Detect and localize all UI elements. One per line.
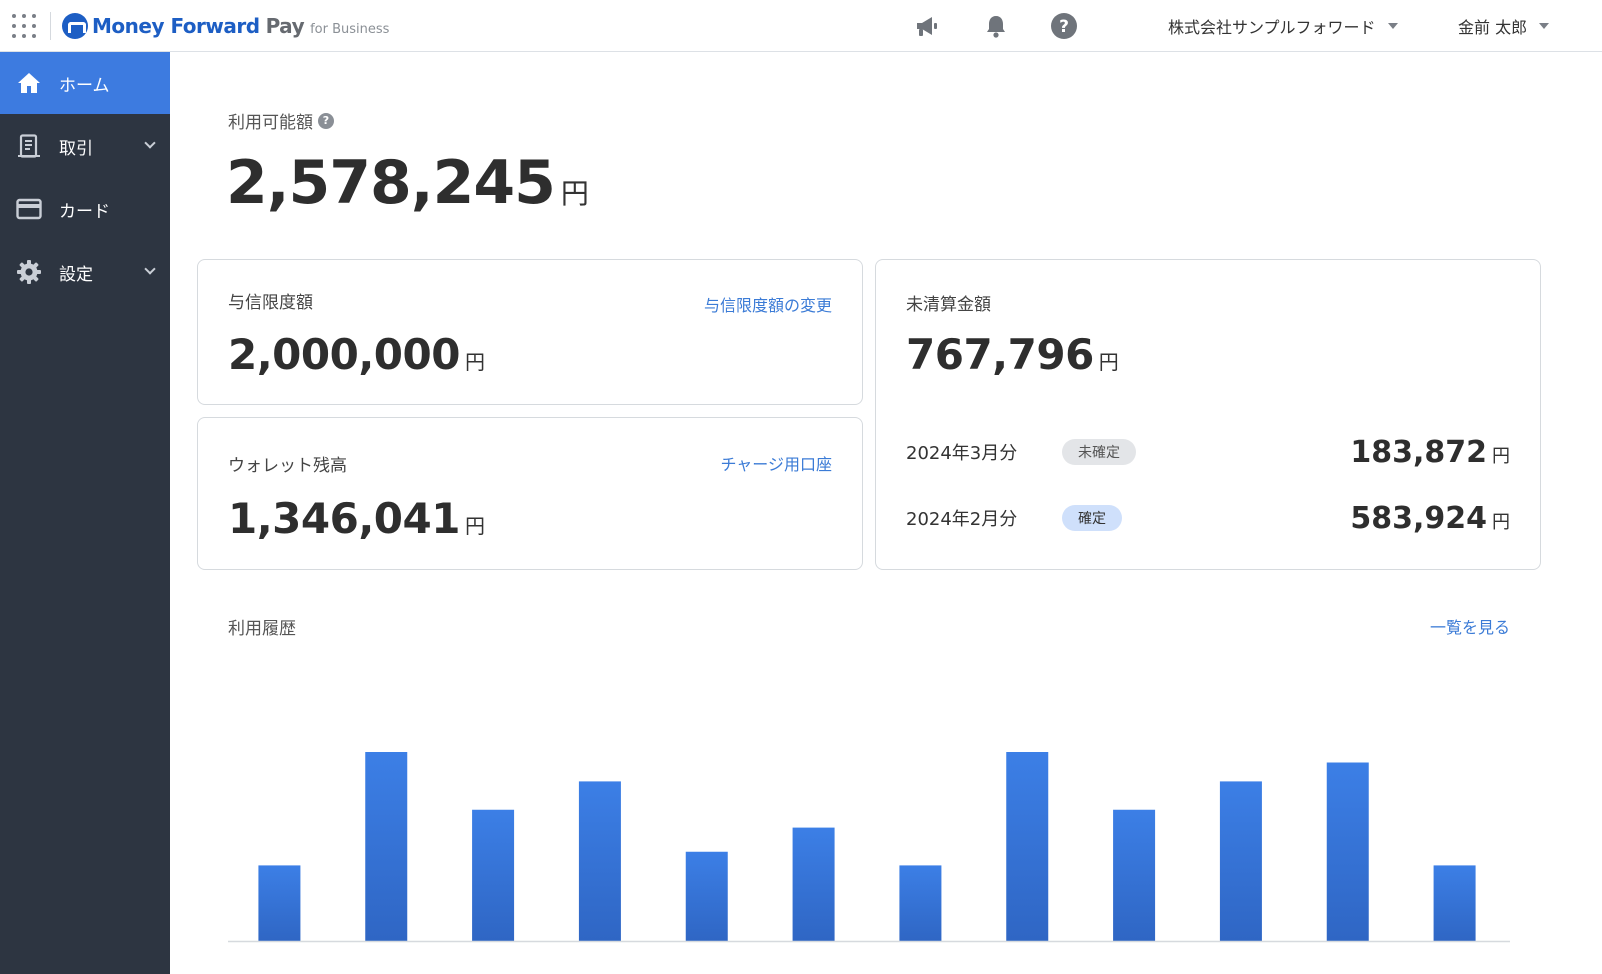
sidebar-item-transactions[interactable]: 取引: [0, 115, 170, 177]
credit-limit-title: 与信限度額: [228, 293, 313, 313]
gear-icon: [15, 258, 43, 286]
wallet-balance-amount-value: 1,346,041: [228, 494, 460, 543]
currency-unit: 円: [1492, 511, 1510, 533]
top-header: Money Forward Pay for Business ? 株式会社サンプ…: [0, 0, 1602, 52]
sidebar-item-label: 設定: [59, 264, 93, 285]
wallet-balance-card: ウォレット残高 チャージ用口座 1,346,041 円: [197, 417, 863, 570]
wallet-balance-amount: 1,346,041 円: [228, 494, 485, 543]
charge-account-link[interactable]: チャージ用口座: [720, 451, 832, 475]
chart-bar: [1113, 809, 1156, 941]
main-content: 利用可能額 ? 2,578,245 円 与信限度額 与信限度額の変更 2,000…: [170, 52, 1602, 974]
logo-brand-sub: for Business: [310, 21, 390, 37]
chart-bar: [1219, 781, 1262, 941]
help-icon[interactable]: ?: [1050, 12, 1078, 40]
sidebar-item-label: 取引: [59, 138, 93, 159]
unsettled-row: 2024年2月分 確定 583,924 円: [906, 498, 1510, 538]
unsettled-amount-card: 未清算金額 767,796 円 2024年3月分 未確定 183,872 円 2…: [875, 259, 1541, 570]
row-amount: 583,924 円: [1350, 501, 1510, 536]
sidebar-item-settings[interactable]: 設定: [0, 241, 170, 303]
logo-mark-icon: [62, 13, 88, 39]
chart-bar: [1433, 865, 1476, 941]
chevron-down-icon: [144, 137, 156, 149]
chart-bar: [365, 752, 408, 941]
row-month: 2024年2月分: [906, 509, 1018, 530]
credit-limit-amount-value: 2,000,000: [228, 330, 460, 379]
available-label: 利用可能額 ?: [228, 108, 334, 133]
status-badge: 未確定: [1062, 439, 1136, 465]
user-name: 金前 太郎: [1458, 18, 1528, 37]
sidebar-item-label: カード: [59, 201, 110, 222]
view-all-link[interactable]: 一覧を見る: [1430, 614, 1510, 638]
company-selector[interactable]: 株式会社サンプルフォワード: [1168, 14, 1398, 38]
logo[interactable]: Money Forward Pay for Business: [62, 12, 389, 40]
available-amount: 2,578,245 円: [226, 148, 589, 218]
chart-bar: [258, 865, 301, 941]
unsettled-amount-value: 767,796: [906, 330, 1094, 379]
apps-grid-icon[interactable]: [10, 12, 38, 40]
wallet-balance-title: ウォレット残高: [228, 456, 347, 476]
megaphone-icon[interactable]: [913, 12, 941, 40]
header-divider: [50, 12, 51, 40]
chart-bar: [1006, 752, 1049, 941]
chevron-down-icon: [144, 263, 156, 275]
status-badge: 確定: [1062, 505, 1122, 531]
row-amount: 183,872 円: [1350, 435, 1510, 470]
credit-limit-amount: 2,000,000 円: [228, 330, 485, 379]
credit-limit-card: 与信限度額 与信限度額の変更 2,000,000 円: [197, 259, 863, 405]
change-credit-limit-link[interactable]: 与信限度額の変更: [704, 292, 832, 316]
user-menu[interactable]: 金前 太郎: [1458, 14, 1550, 38]
usage-history-chart: [228, 752, 1510, 943]
bell-icon[interactable]: [982, 12, 1010, 40]
logo-brand-pay: Pay: [265, 14, 305, 38]
logo-brand-name: Money Forward: [92, 14, 260, 38]
sidebar-item-card[interactable]: カード: [0, 178, 170, 240]
sidebar-item-home[interactable]: ホーム: [0, 52, 170, 114]
receipt-icon: [15, 132, 43, 160]
row-amount-value: 583,924: [1350, 500, 1487, 536]
currency-unit: 円: [560, 177, 589, 210]
home-icon: [15, 69, 43, 97]
chart-bar: [792, 827, 835, 941]
chart-bar: [899, 865, 942, 941]
sidebar: ホーム 取引 カード 設定: [0, 52, 170, 974]
row-amount-value: 183,872: [1350, 434, 1487, 470]
svg-text:?: ?: [1059, 17, 1069, 37]
chart-bar: [1326, 762, 1369, 941]
unsettled-title: 未清算金額: [906, 295, 991, 315]
usage-history-title: 利用履歴: [228, 619, 296, 639]
help-icon[interactable]: ?: [318, 112, 334, 129]
chart-bar: [685, 851, 728, 941]
unsettled-amount: 767,796 円: [906, 330, 1119, 379]
row-month: 2024年3月分: [906, 443, 1018, 464]
currency-unit: 円: [464, 514, 485, 538]
chevron-down-icon: [1539, 23, 1550, 29]
chart-bar: [578, 781, 621, 941]
unsettled-row: 2024年3月分 未確定 183,872 円: [906, 432, 1510, 472]
chart-bar: [472, 809, 515, 941]
card-icon: [15, 195, 43, 223]
chevron-down-icon: [1387, 23, 1398, 29]
available-label-text: 利用可能額: [228, 113, 313, 133]
currency-unit: 円: [1492, 445, 1510, 467]
currency-unit: 円: [464, 350, 485, 374]
company-name: 株式会社サンプルフォワード: [1168, 18, 1376, 37]
sidebar-item-label: ホーム: [59, 75, 110, 96]
currency-unit: 円: [1098, 350, 1119, 374]
available-amount-value: 2,578,245: [226, 148, 556, 218]
